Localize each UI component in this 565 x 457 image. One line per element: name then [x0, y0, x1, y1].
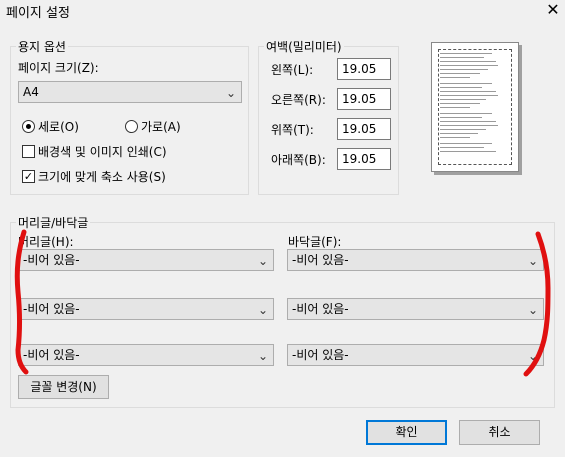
left-bracket-annotation: [14, 229, 29, 375]
annotation-overlay: [14, 229, 551, 377]
right-bracket-annotation: [523, 231, 551, 377]
